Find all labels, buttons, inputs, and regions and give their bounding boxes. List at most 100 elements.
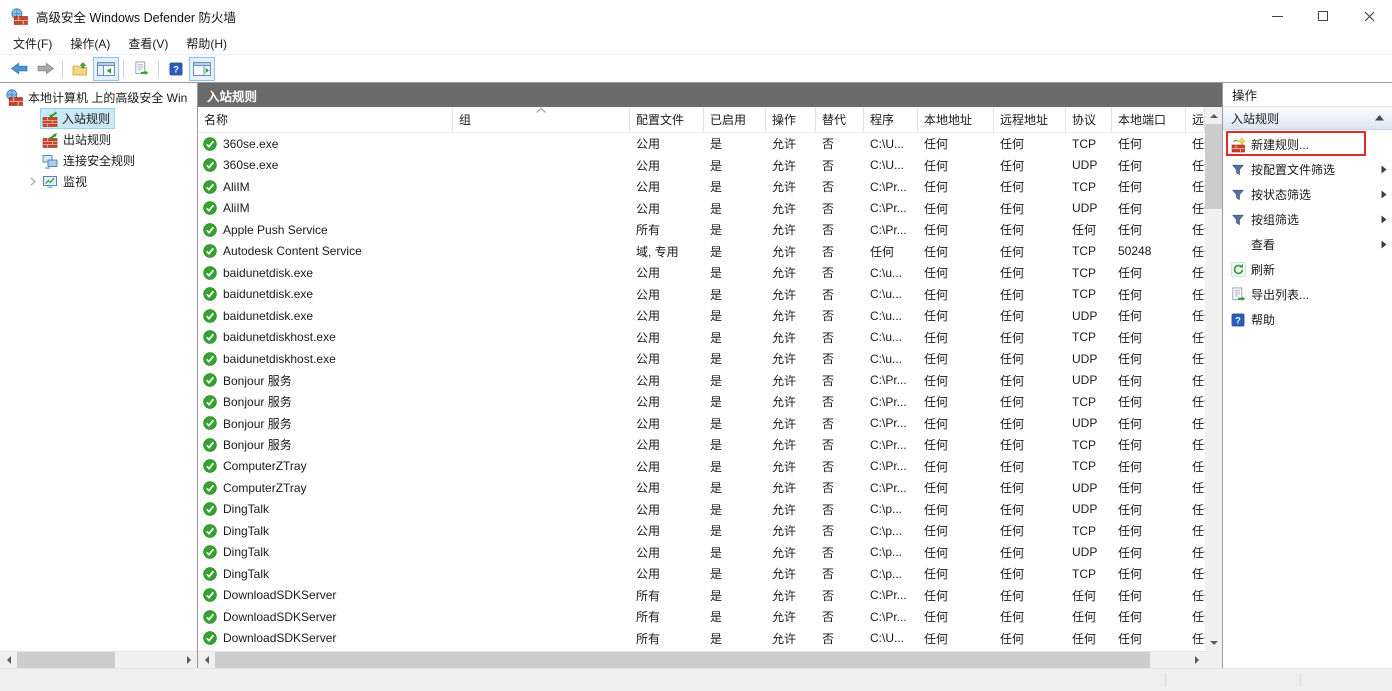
rule-row[interactable]: baidunetdiskhost.exe公用是允许否C:\u...任何任何TCP… [198,327,1205,349]
action-view[interactable]: 查看 [1223,232,1392,257]
rule-cell: 任何 [918,135,994,152]
console-tree-button[interactable] [93,57,119,81]
column-header[interactable]: 名称 [198,107,453,132]
folder-button[interactable] [67,57,93,81]
tree-item-connection-security-rules[interactable]: 连接安全规则 [0,150,197,171]
list-horizontal-scrollbar[interactable] [198,651,1205,668]
tree-horizontal-scrollbar[interactable] [0,651,197,668]
rule-row[interactable]: Apple Push Service所有是允许否C:\Pr...任何任何任何任何… [198,219,1205,241]
forward-button[interactable] [32,57,58,81]
rule-row[interactable]: Bonjour 服务公用是允许否C:\Pr...任何任何UDP任何任何 [198,413,1205,435]
rule-row[interactable]: DownloadSDKServer所有是允许否C:\Pr...任何任何任何任何任… [198,585,1205,607]
column-header[interactable]: 配置文件 [630,107,704,132]
column-header-label: 已启用 [710,111,746,128]
column-header[interactable]: 替代 [816,107,864,132]
rule-cell: C:\Pr... [864,481,918,495]
rule-cell: 所有 [630,630,704,647]
column-header[interactable]: 本地端口 [1112,107,1186,132]
column-header[interactable]: 远程地址 [994,107,1066,132]
rule-row[interactable]: Bonjour 服务公用是允许否C:\Pr...任何任何TCP任何任何 [198,391,1205,413]
column-header[interactable]: 协议 [1066,107,1112,132]
rule-row[interactable]: Bonjour 服务公用是允许否C:\Pr...任何任何TCP任何任何 [198,434,1205,456]
help-button[interactable]: ? [163,57,189,81]
back-button[interactable] [6,57,32,81]
rule-cell: 任何 [1186,415,1205,432]
rule-row[interactable]: 360se.exe公用是允许否C:\U...任何任何UDP任何任何 [198,155,1205,177]
rule-row[interactable]: ComputerZTray公用是允许否C:\Pr...任何任何TCP任何任何 [198,456,1205,478]
rule-name: DownloadSDKServer [223,588,336,602]
rule-row[interactable]: baidunetdisk.exe公用是允许否C:\u...任何任何UDP任何任何 [198,305,1205,327]
close-button[interactable] [1346,0,1392,32]
scroll-left-icon[interactable] [0,652,17,669]
rule-name-cell: baidunetdiskhost.exe [198,330,453,344]
rule-row[interactable]: DownloadSDKServer所有是允许否C:\Pr...任何任何任何任何任… [198,606,1205,628]
rule-cell: 允许 [766,458,816,475]
rule-row[interactable]: baidunetdisk.exe公用是允许否C:\u...任何任何TCP任何任何 [198,262,1205,284]
column-header-label: 名称 [204,111,228,128]
rule-enabled-icon [203,502,217,516]
rule-row[interactable]: baidunetdisk.exe公用是允许否C:\u...任何任何TCP任何任何 [198,284,1205,306]
menu-help[interactable]: 帮助(H) [177,32,236,55]
rule-row[interactable]: ComputerZTray公用是允许否C:\Pr...任何任何UDP任何任何 [198,477,1205,499]
rule-name-cell: Autodesk Content Service [198,244,453,258]
tree-root-node[interactable]: 本地计算机 上的高级安全 Win [0,87,197,108]
list-vertical-scrollbar[interactable] [1205,107,1222,651]
rule-cell: 任何 [994,135,1066,152]
column-header[interactable]: 远程端口 [1186,107,1205,132]
action-filter-by-state[interactable]: 按状态筛选 [1223,182,1392,207]
scroll-right-icon[interactable] [1188,652,1205,669]
rule-row[interactable]: AliIM公用是允许否C:\Pr...任何任何UDP任何任何 [198,198,1205,220]
actions-section-header[interactable]: 入站规则 [1223,107,1392,130]
scroll-up-icon[interactable] [1205,107,1222,124]
rule-enabled-icon [203,481,217,495]
rule-cell: 公用 [630,372,704,389]
rule-cell: 任何 [918,393,994,410]
tree-item-monitoring[interactable]: 监视 [0,171,197,192]
action-filter-by-profile[interactable]: 按配置文件筛选 [1223,157,1392,182]
maximize-button[interactable] [1300,0,1346,32]
action-help[interactable]: ?帮助 [1223,307,1392,332]
collapse-icon[interactable] [1375,115,1384,121]
scrollbar-thumb[interactable] [17,652,115,669]
action-filter-by-group[interactable]: 按组筛选 [1223,207,1392,232]
rule-name-cell: Bonjour 服务 [198,372,453,389]
actions-pane: 操作 入站规则 新建规则...按配置文件筛选按状态筛选按组筛选查看刷新导出列表.… [1223,83,1392,668]
rule-enabled-icon [203,438,217,452]
rule-cell: 允许 [766,522,816,539]
menu-action[interactable]: 操作(A) [61,32,119,55]
rule-cell: 否 [816,243,864,260]
menu-bar: 文件(F)操作(A)查看(V)帮助(H) [0,32,1392,55]
rule-enabled-icon [203,588,217,602]
scrollbar-thumb[interactable] [1205,124,1222,209]
action-new-rule[interactable]: 新建规则... [1223,132,1392,157]
tree-item-inbound-rules[interactable]: 入站规则 [0,108,197,129]
column-header[interactable]: 组 [453,107,630,132]
scrollbar-thumb[interactable] [215,652,1150,669]
menu-view[interactable]: 查看(V) [119,32,177,55]
rule-row[interactable]: DingTalk公用是允许否C:\p...任何任何TCP任何任何 [198,563,1205,585]
menu-file[interactable]: 文件(F) [4,32,61,55]
column-header[interactable]: 程序 [864,107,918,132]
rule-row[interactable]: DingTalk公用是允许否C:\p...任何任何UDP任何任何 [198,542,1205,564]
tree-item-outbound-rules[interactable]: 出站规则 [0,129,197,150]
rule-row[interactable]: DingTalk公用是允许否C:\p...任何任何TCP任何任何 [198,520,1205,542]
rule-row[interactable]: AliIM公用是允许否C:\Pr...任何任何TCP任何任何 [198,176,1205,198]
rule-row[interactable]: DownloadSDKServer所有是允许否C:\U...任何任何任何任何任何 [198,628,1205,650]
minimize-button[interactable] [1254,0,1300,32]
rule-row[interactable]: baidunetdiskhost.exe公用是允许否C:\u...任何任何UDP… [198,348,1205,370]
column-header[interactable]: 已启用 [704,107,766,132]
rule-row[interactable]: Bonjour 服务公用是允许否C:\Pr...任何任何UDP任何任何 [198,370,1205,392]
rule-row[interactable]: 360se.exe公用是允许否C:\U...任何任何TCP任何任何 [198,133,1205,155]
rule-row[interactable]: Autodesk Content Service域, 专用是允许否任何任何任何T… [198,241,1205,263]
column-header[interactable]: 操作 [766,107,816,132]
action-export-list[interactable]: 导出列表... [1223,282,1392,307]
scroll-left-icon[interactable] [198,652,215,669]
rule-row[interactable]: DingTalk公用是允许否C:\p...任何任何UDP任何任何 [198,499,1205,521]
scroll-down-icon[interactable] [1205,634,1222,651]
action-pane-button[interactable] [189,57,215,81]
export-list-button[interactable] [128,57,154,81]
scroll-right-icon[interactable] [180,652,197,669]
column-header[interactable]: 本地地址 [918,107,994,132]
expand-chevron-icon[interactable] [26,177,40,186]
action-refresh[interactable]: 刷新 [1223,257,1392,282]
